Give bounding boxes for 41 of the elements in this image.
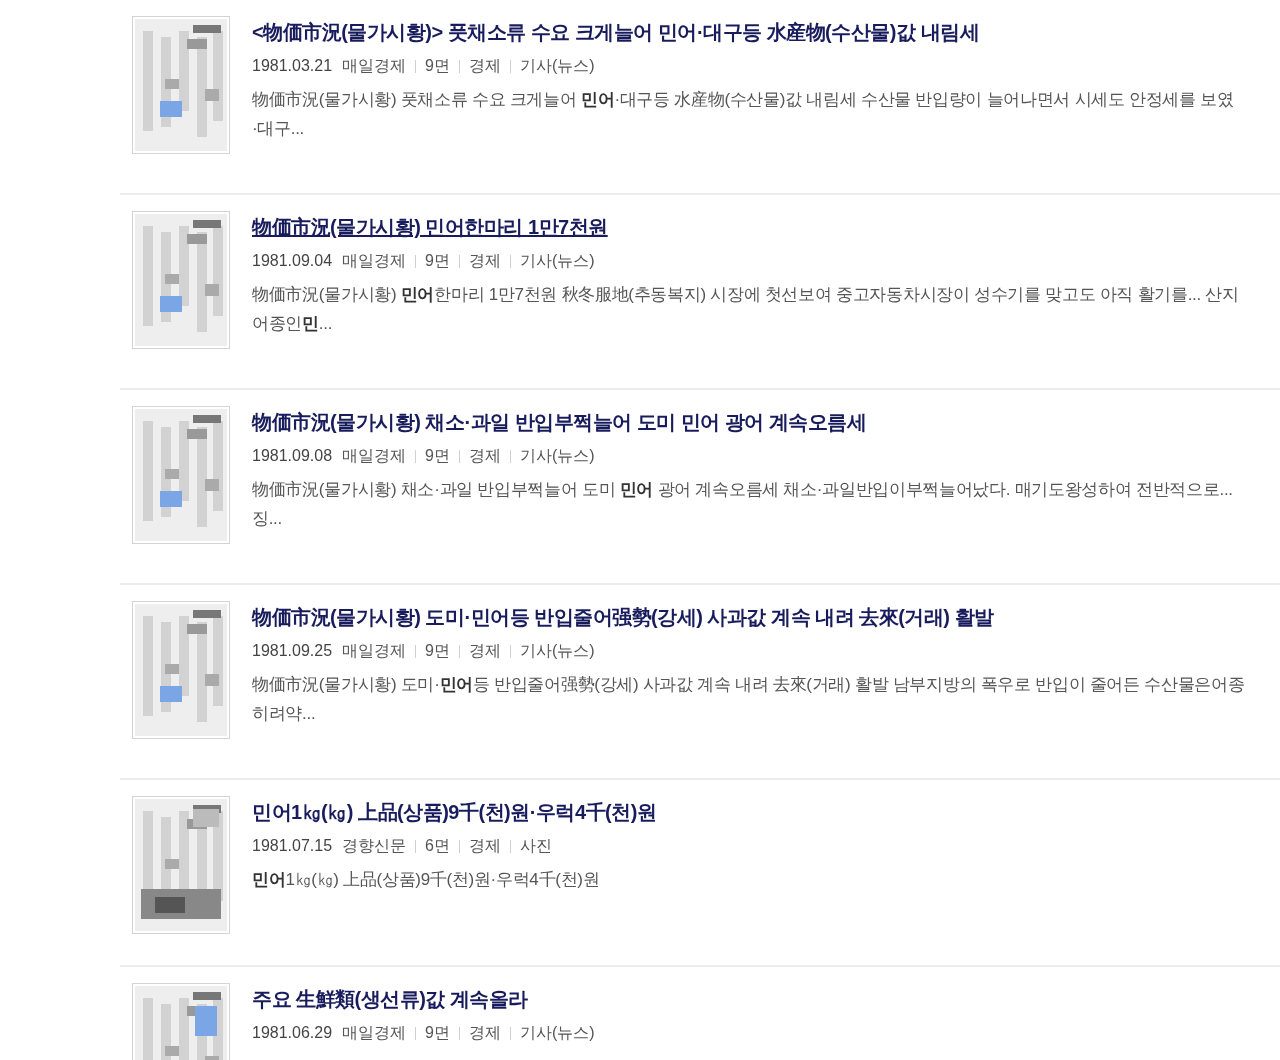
section-label: 경제 <box>469 1022 501 1043</box>
article-title[interactable]: <物価市況(물가시황)> 풋채소류 수요 크게늘어 민어·대구등 水産物(수산물)값 내림세 <box>252 18 979 46</box>
newspaper-name: 경향신문 <box>342 835 407 856</box>
newspaper-name: 매일경제 <box>342 1022 407 1043</box>
article-type: 기사(뉴스) <box>520 55 595 76</box>
article-summary: 物価市況(물가시황) 도미·민어등 반입줄어强勢(강세) 사과값 계속 내려 去來(거래) 활발 남부지방의 폭우로 반입이 줄어든 수산물은어종 히려약... <box>252 674 1246 725</box>
article-date: 1981.07.15 <box>252 837 333 855</box>
article-type: 기사(뉴스) <box>520 640 595 661</box>
newspaper-name: 매일경제 <box>342 445 407 466</box>
article-title[interactable]: 物価市況(물가시황) 도미·민어등 반입줄어强勢(강세) 사과값 계속 내려 去來(거래) 활발 <box>252 603 994 631</box>
article-title[interactable]: 物価市況(물가시황) 민어한마리 1만7천원 <box>252 213 608 241</box>
article-date: 1981.03.21 <box>252 57 333 75</box>
page-number: 9면 <box>425 640 450 661</box>
newspaper-name: 매일경제 <box>342 55 407 76</box>
page-number: 9면 <box>425 55 450 76</box>
article-title[interactable]: 物価市況(물가시황) 채소·과일 반입부쩍늘어 도미 민어 광어 계속오름세 <box>252 408 867 436</box>
section-label: 경제 <box>469 640 501 661</box>
article-summary: 物価市況(물가시황) 채소·과일 반입부쩍늘어 도미 민어 광어 계속오름세 채소·과일반입이부쩍늘어났다. 매기도왕성하여 전반적으로... 징... <box>252 479 1234 530</box>
article-date: 1981.09.08 <box>252 447 333 465</box>
page-number: 6면 <box>425 835 450 856</box>
section-label: 경제 <box>469 835 501 856</box>
article-date: 1981.09.25 <box>252 642 333 660</box>
article-type: 사진 <box>520 835 552 856</box>
page-number: 9면 <box>425 1022 450 1043</box>
article-title[interactable]: 민어1㎏(㎏) 上品(상품)9千(천)원·우럭4千(천)원 <box>252 798 657 826</box>
page-number: 9면 <box>425 445 450 466</box>
section-label: 경제 <box>469 55 501 76</box>
page-number: 9면 <box>425 250 450 271</box>
article-title[interactable]: 주요 生鮮類(생선류)값 계속올라 <box>252 985 528 1013</box>
section-label: 경제 <box>469 445 501 466</box>
article-summary: 민어1㎏(㎏) 上品(상품)9千(천)원·우럭4千(천)원 <box>252 869 601 891</box>
article-type: 기사(뉴스) <box>520 445 595 466</box>
article-date: 1981.09.04 <box>252 252 333 270</box>
section-label: 경제 <box>469 250 501 271</box>
article-summary: 物価市況(물가시황) 민어한마리 1만7천원 秋冬服地(추동복지) 시장에 첫선보여 중고자동차시장이 성수기를 맞고도 아직 활기를... 산지 어종인민... <box>252 284 1240 335</box>
newspaper-name: 매일경제 <box>342 640 407 661</box>
article-type: 기사(뉴스) <box>520 1022 595 1043</box>
article-type: 기사(뉴스) <box>520 250 595 271</box>
article-summary: 物価市況(물가시황) 풋채소류 수요 크게늘어 민어·대구등 水産物(수산물)값 내림세 수산물 반입량이 늘어나면서 시세도 안정세를 보였 ·대구... <box>252 89 1235 140</box>
newspaper-name: 매일경제 <box>342 250 407 271</box>
article-date: 1981.06.29 <box>252 1024 333 1042</box>
